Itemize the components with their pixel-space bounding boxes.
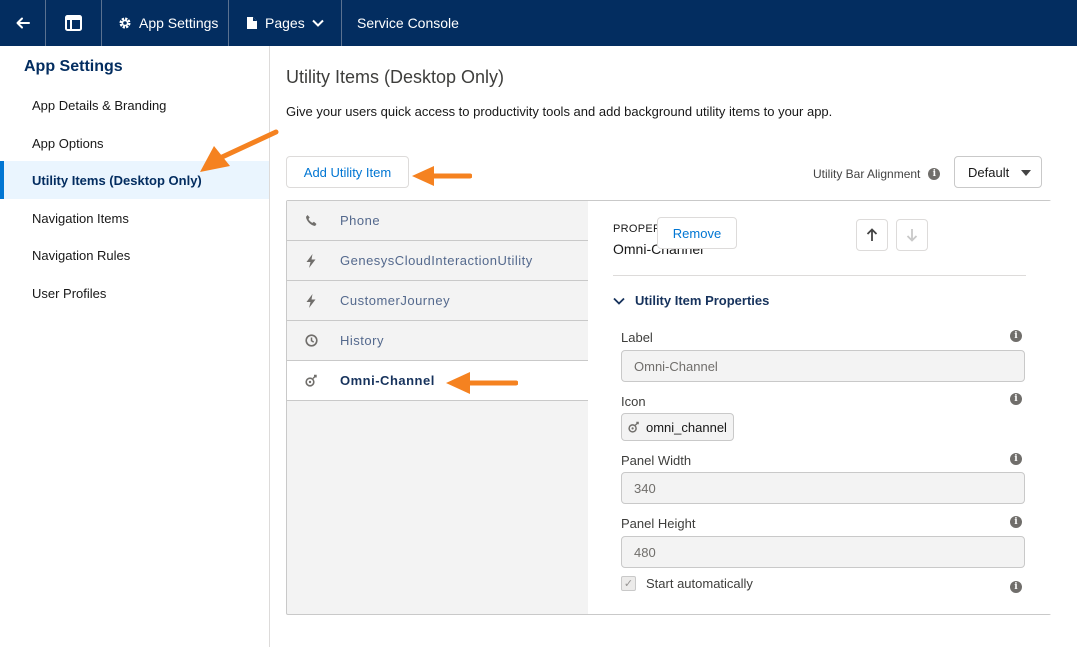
gear-icon	[119, 17, 131, 29]
utility-item-properties-section[interactable]: Utility Item Properties	[613, 293, 769, 308]
alignment-select-value: Default	[968, 164, 1010, 180]
sidebar-item-label: Utility Items (Desktop Only)	[32, 172, 202, 188]
back-button[interactable]	[0, 0, 46, 46]
start-automatically-checkbox[interactable]: ✓	[621, 576, 636, 591]
utility-item-genesys[interactable]: GenesysCloudInteractionUtility	[287, 241, 588, 281]
sidebar-item-label: User Profiles	[32, 285, 107, 301]
page-icon	[247, 17, 257, 29]
caret-down-icon	[1021, 170, 1031, 176]
list-item-label: Omni-Channel	[340, 373, 435, 388]
annotation-arrow-sidebar	[200, 129, 279, 172]
arrow-up-icon	[866, 228, 878, 241]
sidebar-item-label: App Details & Branding	[32, 97, 167, 113]
top-navigation-bar: App Settings Pages Service Console	[0, 0, 1077, 46]
layout-icon	[65, 15, 82, 31]
sidebar-item-navigation-items[interactable]: Navigation Items	[0, 199, 269, 237]
list-item-label: CustomerJourney	[340, 293, 451, 308]
info-icon[interactable]: i	[928, 168, 941, 180]
add-utility-item-button[interactable]: Add Utility Item	[286, 156, 409, 188]
panel-height-label: Panel Height	[621, 516, 696, 531]
sidebar-item-label: Navigation Items	[32, 210, 129, 226]
app-settings-label: App Settings	[139, 15, 219, 31]
move-up-button[interactable]	[856, 219, 888, 251]
chevron-down-icon	[311, 19, 324, 27]
utility-items-panel: Phone GenesysCloudInteractionUtility Cus…	[286, 200, 1051, 615]
list-item-label: History	[340, 333, 384, 348]
alignment-label-text: Utility Bar Alignment	[813, 167, 921, 181]
remove-button[interactable]: Remove	[657, 217, 737, 249]
annotation-arrow-omni-channel	[446, 372, 518, 394]
sidebar-item-navigation-rules[interactable]: Navigation Rules	[0, 236, 269, 274]
utility-item-history[interactable]: History	[287, 321, 588, 361]
info-icon[interactable]: i	[1010, 581, 1022, 593]
page-description: Give your users quick access to producti…	[286, 104, 833, 119]
label-field-label: Label	[621, 330, 653, 345]
omni-channel-icon	[304, 374, 318, 387]
label-input[interactable]: Omni-Channel	[621, 350, 1025, 382]
utility-bar-alignment-select[interactable]: Default	[954, 156, 1042, 188]
sidebar-item-user-profiles[interactable]: User Profiles	[0, 274, 269, 312]
pages-menu[interactable]: Pages	[229, 0, 342, 46]
start-automatically-row: ✓ Start automatically	[621, 576, 753, 591]
sidebar-title: App Settings	[24, 58, 123, 75]
sidebar-item-label: App Options	[32, 135, 104, 151]
app-name-label: Service Console	[357, 15, 459, 31]
icon-field-label: Icon	[621, 394, 646, 409]
layout-button[interactable]	[46, 0, 102, 46]
info-icon[interactable]: i	[1010, 393, 1022, 405]
chevron-down-icon	[613, 297, 625, 305]
utility-item-phone[interactable]: Phone	[287, 201, 588, 241]
app-name: Service Console	[342, 0, 459, 46]
panel-width-label: Panel Width	[621, 453, 692, 468]
utility-item-list: Phone GenesysCloudInteractionUtility Cus…	[287, 201, 588, 401]
pages-label: Pages	[265, 15, 305, 31]
list-item-label: GenesysCloudInteractionUtility	[340, 253, 533, 268]
utility-item-omni-channel[interactable]: Omni-Channel	[287, 361, 588, 401]
utility-bar-alignment-label: Utility Bar Alignment i	[813, 167, 941, 181]
divider	[613, 275, 1026, 276]
move-down-button[interactable]	[896, 219, 928, 251]
info-icon[interactable]: i	[1010, 330, 1022, 342]
info-icon[interactable]: i	[1010, 516, 1022, 528]
arrow-down-icon	[906, 229, 918, 242]
section-title: Utility Item Properties	[635, 293, 770, 308]
arrow-left-icon	[16, 17, 30, 29]
omni-channel-icon	[628, 421, 639, 433]
sidebar-item-label: Navigation Rules	[32, 247, 131, 263]
info-icon[interactable]: i	[1010, 453, 1022, 465]
lightning-icon	[304, 253, 318, 268]
sidebar-item-app-details[interactable]: App Details & Branding	[0, 86, 269, 124]
utility-item-customer-journey[interactable]: CustomerJourney	[287, 281, 588, 321]
icon-value: omni_channel	[646, 419, 727, 435]
list-item-label: Phone	[340, 213, 381, 228]
annotation-arrow-add-button	[412, 166, 472, 186]
panel-height-input[interactable]: 480	[621, 536, 1025, 568]
lightning-icon	[304, 293, 318, 308]
page-title: Utility Items (Desktop Only)	[286, 67, 505, 87]
app-settings-tab[interactable]: App Settings	[102, 0, 229, 46]
phone-icon	[304, 214, 318, 227]
icon-picker[interactable]: omni_channel	[621, 413, 734, 441]
properties-pane: PROPERTIES Omni-Channel Utility Item Pro…	[588, 201, 1051, 614]
clock-icon	[304, 334, 318, 347]
panel-width-input[interactable]: 340	[621, 472, 1025, 504]
start-automatically-label: Start automatically	[646, 576, 753, 591]
